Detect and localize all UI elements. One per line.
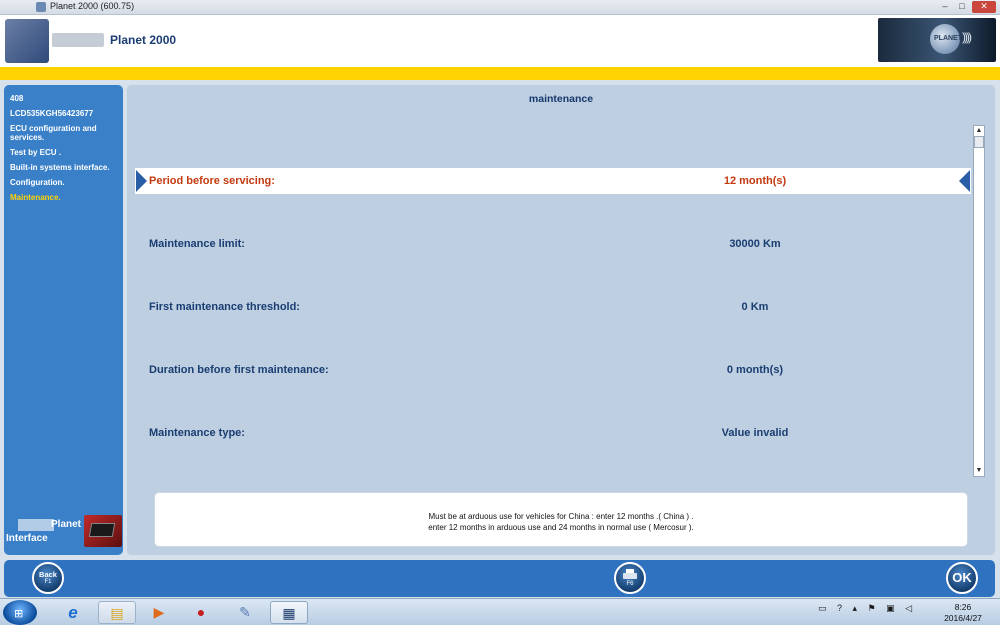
sidebar-item-maintenance[interactable]: Maintenance.: [4, 193, 123, 202]
parameter-value: Value invalid: [721, 427, 789, 439]
help-text-line: enter 12 months in arduous use and 24 mo…: [428, 523, 694, 532]
planet-app-taskbar-icon[interactable]: ▦: [270, 601, 308, 624]
parameter-row-duration-before-first-maintenance[interactable]: Duration before first maintenance: 0 mon…: [135, 357, 971, 383]
help-text-line: Must be at arduous use for vehicles for …: [428, 512, 694, 521]
minimize-button[interactable]: –: [938, 1, 952, 13]
help-info-box: Must be at arduous use for vehicles for …: [154, 492, 968, 547]
windows-taskbar: ⊞ e ▤ ▶ ● ✎ ▦ ▭ ? ▴ ⚑ ▣ ◁ 8:26 2016/4/27: [0, 598, 1000, 625]
page-title: maintenance: [528, 93, 594, 105]
clock-date: 2016/4/27: [944, 613, 982, 623]
app-title: Planet 2000: [110, 33, 177, 47]
scrollbar-thumb[interactable]: [974, 136, 984, 148]
taskbar-clock[interactable]: 8:26 2016/4/27: [938, 602, 988, 624]
sidebar-item-vehicle[interactable]: 408: [4, 94, 123, 103]
parameter-label: Maintenance limit:: [149, 238, 245, 250]
brand-logo: PLANET )))): [878, 18, 996, 62]
diagnostic-device-icon: [84, 515, 122, 547]
planet-interface-logo: Planet Interface: [4, 513, 123, 551]
app-header: Planet 2000 PLANET )))): [0, 15, 1000, 67]
parameter-label: First maintenance threshold:: [149, 301, 300, 313]
sidebar: 408 LCD535KGH56423677 ECU configuration …: [4, 85, 123, 555]
logo-blurred-text: [52, 33, 104, 47]
logo-blurred-text: [18, 519, 54, 531]
breadcrumb: 408 LCD535KGH56423677 ECU configuration …: [4, 94, 123, 202]
selection-arrow-left-icon[interactable]: [136, 170, 147, 192]
internet-explorer-icon[interactable]: e: [54, 601, 92, 624]
sidebar-item-ecu-configuration[interactable]: ECU configuration and services.: [4, 124, 123, 142]
app-icon: [36, 2, 46, 12]
main-panel: maintenance Period before servicing: 12 …: [127, 85, 995, 555]
parameter-label: Duration before first maintenance:: [149, 364, 329, 376]
window-title: Planet 2000 (600.75): [50, 1, 135, 11]
scroll-up-icon[interactable]: ▲: [974, 126, 984, 136]
parameter-value: 0 Km: [741, 301, 769, 313]
print-button[interactable]: F6: [614, 562, 646, 594]
ok-button[interactable]: OK: [946, 562, 978, 594]
parameter-label: Maintenance type:: [149, 427, 245, 439]
header-accent-band: [0, 67, 1000, 80]
parameter-row-maintenance-limit[interactable]: Maintenance limit: 30000 Km: [135, 231, 971, 257]
back-button-label: Back: [39, 570, 57, 579]
back-button[interactable]: Back F1: [32, 562, 64, 594]
sidebar-item-test-by-ecu[interactable]: Test by ECU .: [4, 148, 123, 157]
parameter-label: Period before servicing:: [149, 175, 275, 187]
back-button-key: F1: [44, 579, 52, 585]
parameter-value: 12 month(s): [723, 175, 787, 187]
parameter-value: 0 month(s): [726, 364, 784, 376]
clock-time: 8:26: [954, 602, 972, 612]
signal-waves-icon: )))): [962, 30, 972, 44]
close-button[interactable]: ✕: [972, 1, 996, 13]
selection-arrow-right-icon[interactable]: [959, 170, 970, 192]
sidebar-item-built-in-systems[interactable]: Built-in systems interface.: [4, 163, 123, 172]
paint-app-icon[interactable]: ✎: [226, 601, 264, 624]
parameter-row-period-before-servicing[interactable]: Period before servicing: 12 month(s): [135, 168, 971, 194]
parameter-row-first-maintenance-threshold[interactable]: First maintenance threshold: 0 Km: [135, 294, 971, 320]
logo-planet-text: Planet: [51, 519, 82, 530]
vertical-scrollbar[interactable]: ▲ ▼: [973, 125, 985, 477]
file-explorer-icon[interactable]: ▤: [98, 601, 136, 624]
parameter-row-maintenance-type[interactable]: Maintenance type: Value invalid: [135, 420, 971, 446]
system-tray-icons[interactable]: ▭ ? ▴ ⚑ ▣ ◁: [818, 603, 916, 614]
scroll-down-icon[interactable]: ▼: [974, 466, 984, 476]
ok-button-label: OK: [952, 570, 972, 585]
action-bar: Back F1 F6 OK: [4, 560, 995, 597]
media-player-icon[interactable]: ▶: [140, 601, 178, 624]
sidebar-item-vin[interactable]: LCD535KGH56423677: [4, 109, 123, 118]
brand-text: PLANET: [934, 35, 962, 42]
maximize-button[interactable]: □: [955, 1, 969, 13]
window-title-bar: Planet 2000 (600.75) – □ ✕: [0, 0, 1000, 15]
print-button-key: F6: [626, 581, 634, 587]
app-logo: [5, 19, 49, 63]
windows-logo-icon: ⊞: [14, 608, 24, 620]
sidebar-item-configuration[interactable]: Configuration.: [4, 178, 123, 187]
logo-interface-text: Interface: [6, 533, 48, 544]
start-button[interactable]: ⊞: [3, 600, 37, 625]
parameter-value: 30000 Km: [729, 238, 781, 250]
parameter-list: Period before servicing: 12 month(s) Mai…: [135, 125, 971, 483]
printer-icon: [623, 569, 637, 581]
taskbar-app-icon[interactable]: ●: [182, 601, 220, 624]
